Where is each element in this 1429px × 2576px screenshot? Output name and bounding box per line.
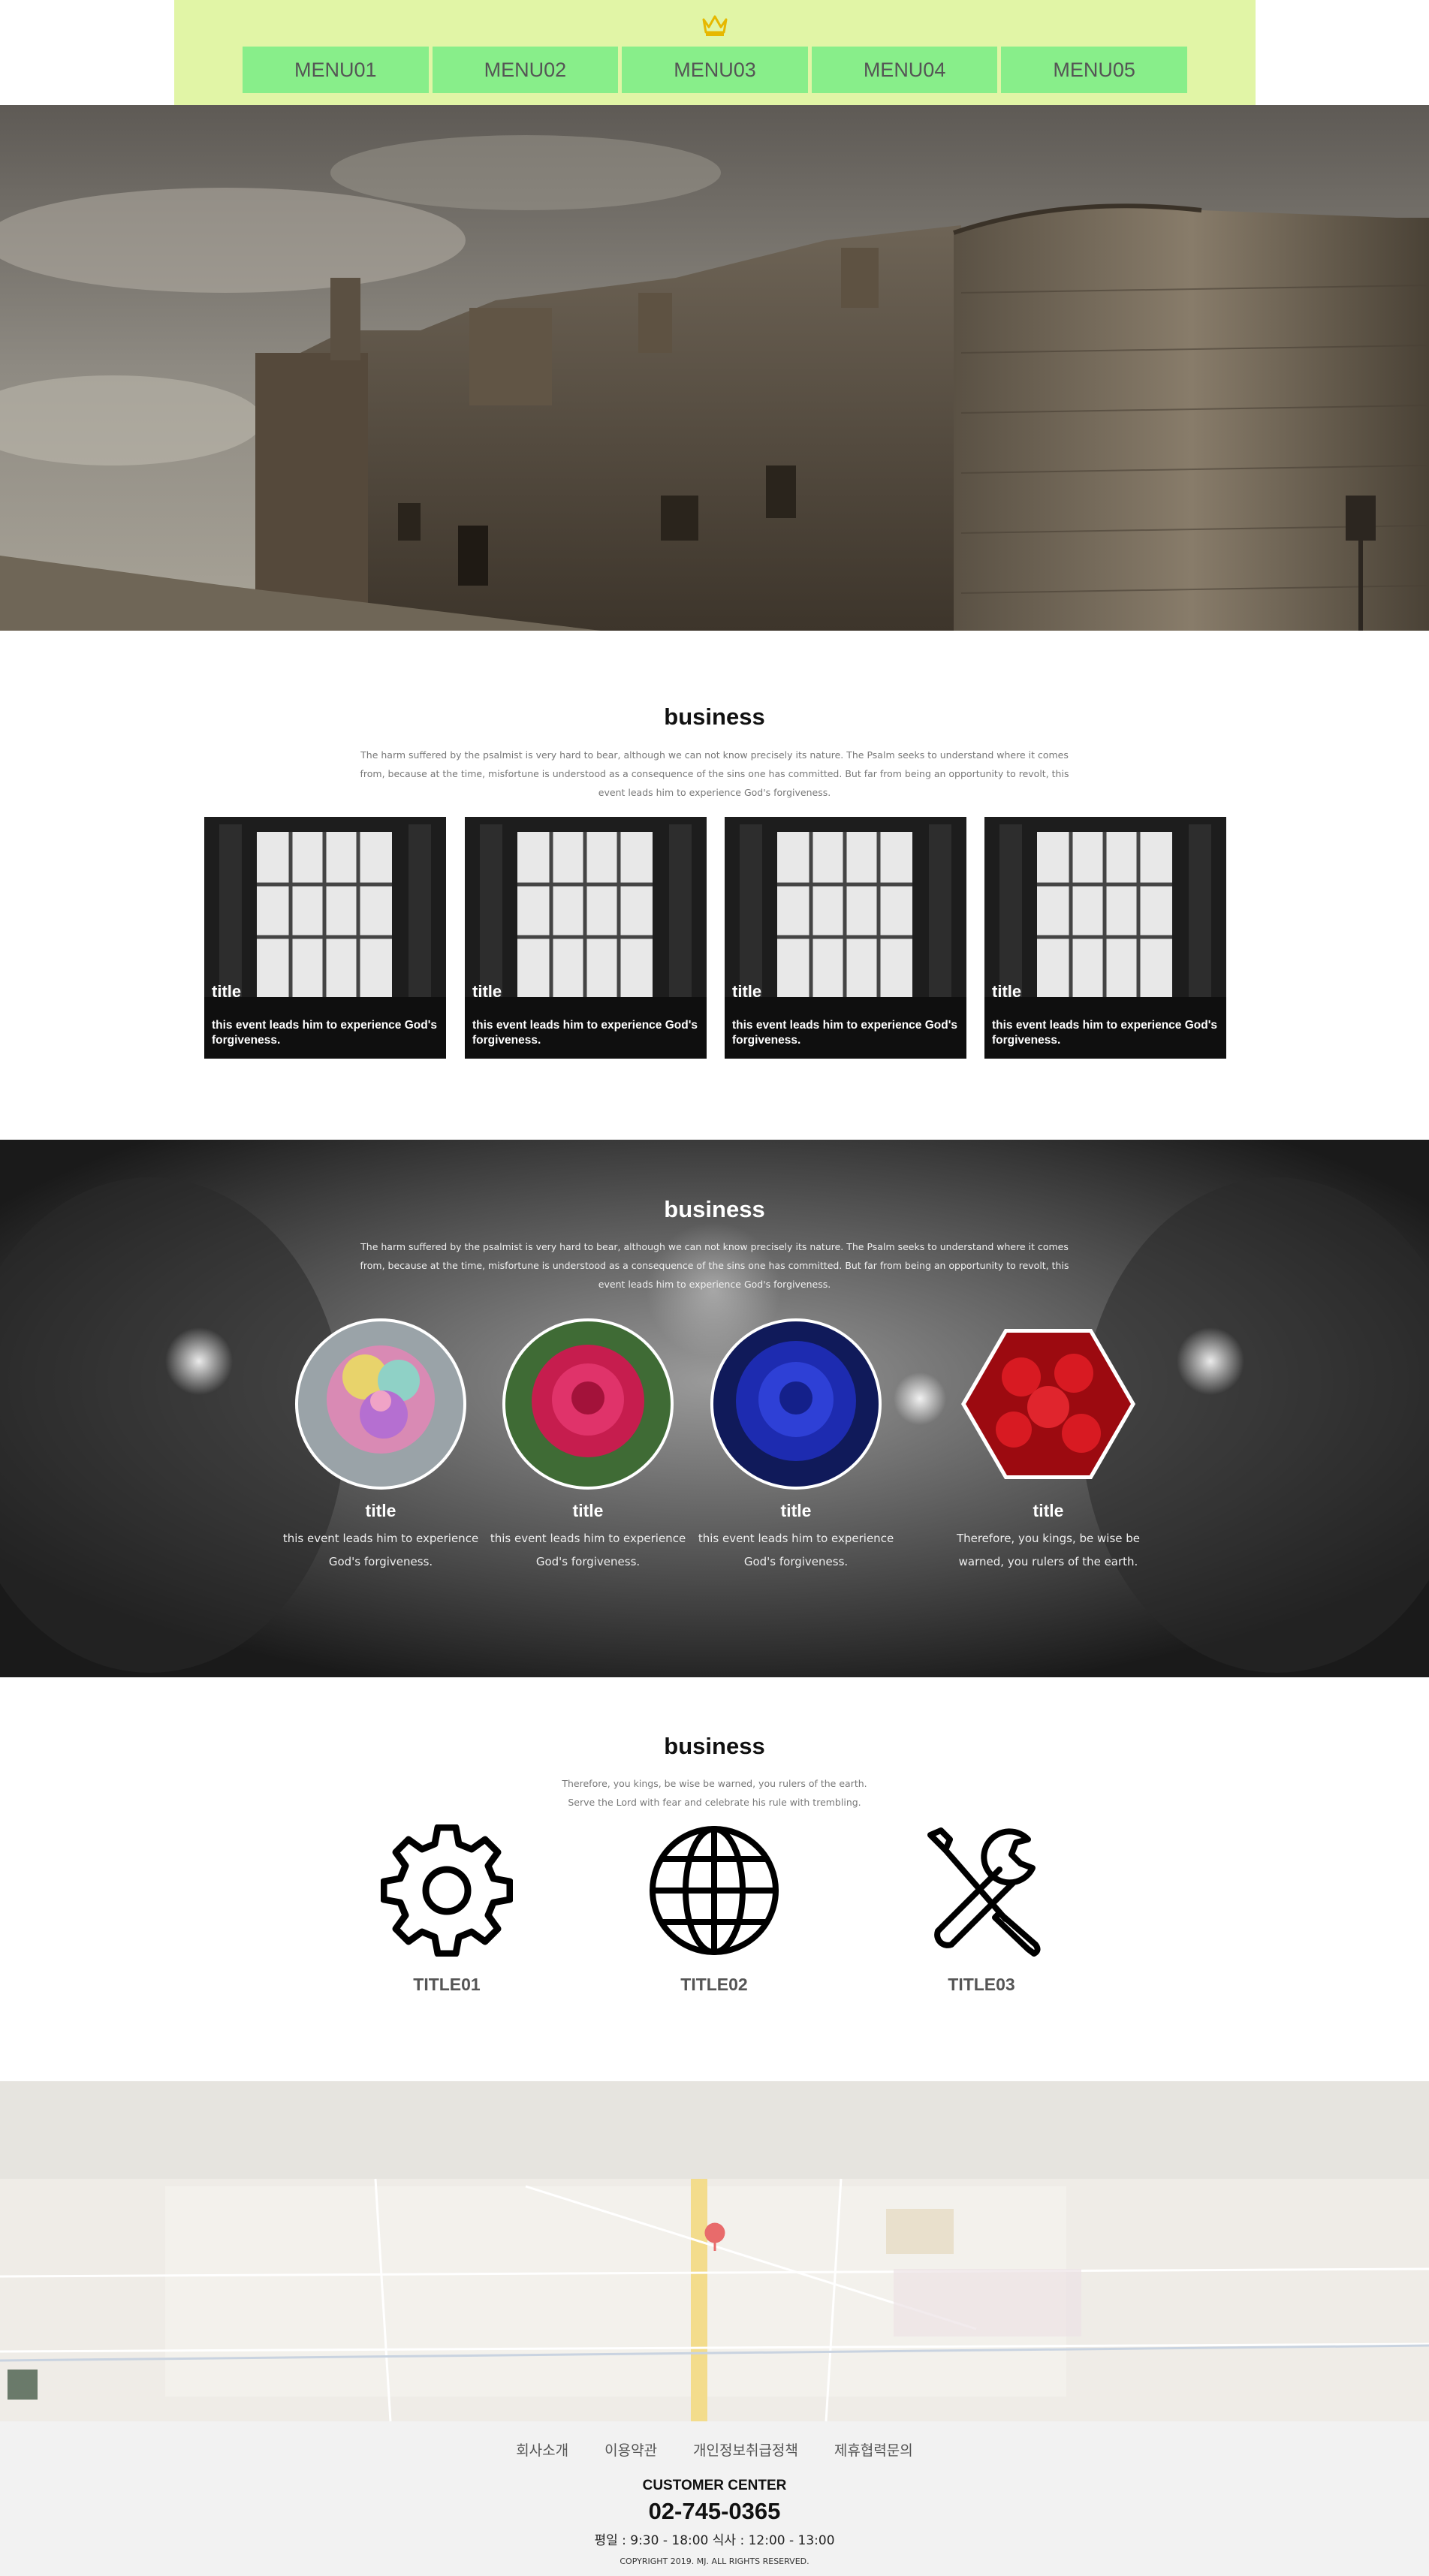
card-title: title [732, 982, 762, 1001]
section3-description: Therefore, you kings, be wise be warned,… [353, 1774, 1076, 1812]
business-card[interactable]: title this event leads him to experience… [984, 817, 1226, 1059]
feature-text: Therefore, you kings, be wise be warned,… [956, 1532, 1141, 1568]
gear-icon [381, 1824, 513, 1957]
feature-text: this event leads him to experience God's… [490, 1532, 686, 1568]
service-title: TITLE01 [413, 1975, 481, 1994]
menu-item-4[interactable]: MENU04 [811, 47, 998, 93]
rose-photo-rainbow [295, 1318, 466, 1490]
business-hours: 평일 : 9:30 - 18:00 식사 : 12:00 - 13:00 [594, 2533, 835, 2548]
location-map[interactable] [0, 2081, 1429, 2421]
card-text: this event leads him to experience God's… [472, 1019, 698, 1047]
feature-text: this event leads him to experience God's… [698, 1532, 894, 1568]
card-text: this event leads him to experience God's… [992, 1019, 1218, 1047]
section2-title: business [664, 1196, 765, 1222]
feature-text: this event leads him to experience God's… [282, 1532, 479, 1568]
rose-photo-pink [502, 1318, 674, 1490]
rose-photo-hexagon [961, 1329, 1135, 1479]
section3-description-line1: Therefore, you kings, be wise be warned,… [562, 1778, 867, 1789]
section1-title: business [664, 704, 765, 730]
customer-phone: 02-745-0365 [648, 2498, 781, 2524]
business-card[interactable]: title this event leads him to experience… [204, 817, 446, 1059]
footer-link-terms[interactable]: 이용약관 [604, 2439, 657, 2460]
site-header: MENU01 MENU02 MENU03 MENU04 MENU05 [174, 0, 1256, 105]
section3-description-line2: Serve the Lord with fear and celebrate h… [568, 1797, 861, 1808]
footer-link-company[interactable]: 회사소개 [516, 2439, 568, 2460]
section2-description: The harm suffered by the psalmist is ver… [360, 1241, 1069, 1290]
globe-icon [650, 1826, 779, 1955]
site-footer: 회사소개 이용약관 개인정보취급정책 제휴협력문의 CUSTOMER CENTE… [0, 2421, 1429, 2576]
footer-links: 회사소개 이용약관 개인정보취급정책 제휴협력문의 [0, 2439, 1429, 2460]
business-card[interactable]: title this event leads him to experience… [725, 817, 966, 1059]
main-nav: MENU01 MENU02 MENU03 MENU04 MENU05 [243, 47, 1187, 93]
feature-title: title [572, 1501, 604, 1520]
menu-item-3[interactable]: MENU03 [622, 47, 808, 93]
feature-title: title [780, 1501, 812, 1520]
copyright: COPYRIGHT 2019. MJ. ALL RIGHTS RESERVED. [620, 2556, 809, 2566]
service-title: TITLE02 [680, 1975, 748, 1994]
footer-link-partnership[interactable]: 제휴협력문의 [834, 2439, 913, 2460]
crown-icon[interactable] [700, 12, 730, 38]
menu-item-2[interactable]: MENU02 [432, 47, 619, 93]
section3-title: business [664, 1733, 765, 1759]
feature-title: title [365, 1501, 396, 1520]
menu-item-5[interactable]: MENU05 [1001, 47, 1187, 93]
service-title: TITLE03 [948, 1975, 1015, 1994]
hero-castle-image [0, 105, 1429, 631]
card-text: this event leads him to experience God's… [212, 1019, 438, 1047]
rose-photo-blue [710, 1318, 882, 1490]
tools-icon [927, 1827, 1041, 1957]
customer-center-label: CUSTOMER CENTER [642, 2478, 787, 2493]
card-title: title [992, 982, 1022, 1001]
menu-item-1[interactable]: MENU01 [243, 47, 429, 93]
feature-title: title [1033, 1501, 1064, 1520]
business-card[interactable]: title this event leads him to experience… [465, 817, 707, 1059]
card-title: title [212, 982, 242, 1001]
card-title: title [472, 982, 502, 1001]
card-text: this event leads him to experience God's… [732, 1019, 958, 1047]
section1-description: The harm suffered by the psalmist is ver… [360, 749, 1069, 798]
footer-link-privacy[interactable]: 개인정보취급정책 [693, 2439, 798, 2460]
